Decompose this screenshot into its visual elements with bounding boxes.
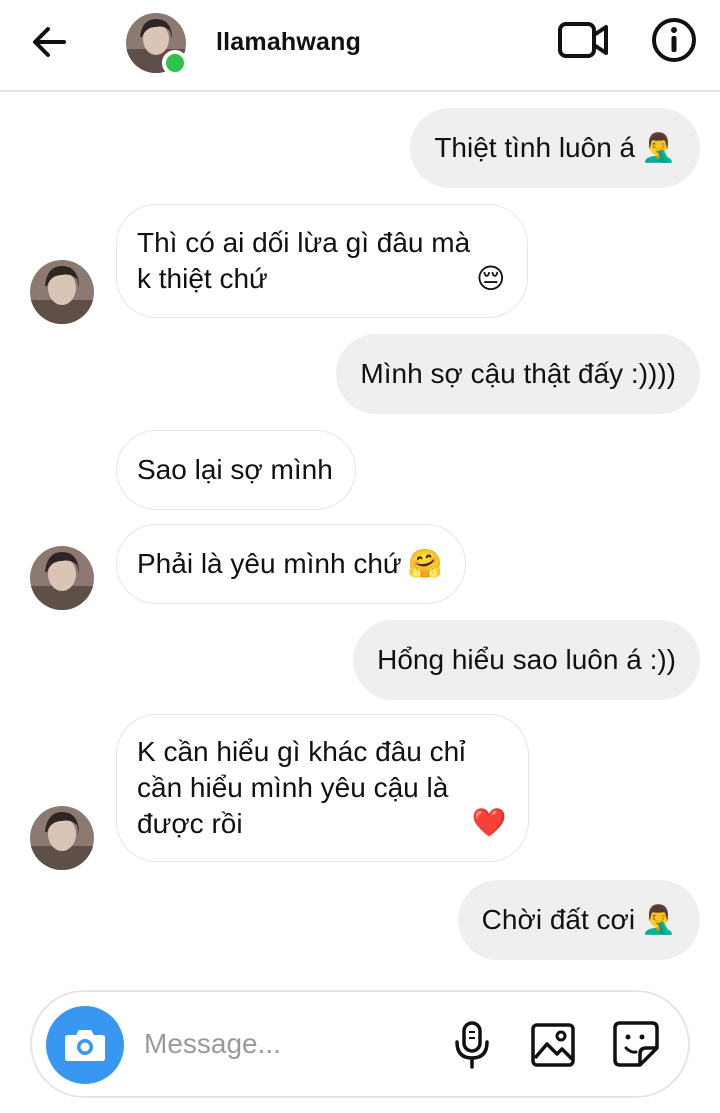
chat-username[interactable]: llamahwang — [216, 28, 361, 57]
online-status-indicator — [162, 50, 188, 76]
video-call-button[interactable] — [556, 18, 612, 62]
camera-button[interactable] — [46, 1006, 124, 1084]
message-bubble-sent[interactable]: Chời đất cơi 🤦‍♂️ — [457, 880, 700, 960]
message-bubble-received[interactable]: Thì có ai dối lừa gì đâu mà k thiệt chứ 😔 — [116, 204, 529, 318]
arrow-left-icon — [33, 27, 66, 57]
message-text: K cần hiểu gì khác đâu chỉ cần hiểu mình… — [137, 736, 466, 839]
info-button[interactable] — [650, 16, 698, 64]
message-text: Hổng hiểu sao luôn á :)) — [377, 644, 676, 675]
avatar[interactable] — [30, 546, 94, 610]
pensive-emoji: 😔 — [476, 263, 506, 294]
message-bubble-received[interactable]: K cần hiểu gì khác đâu chỉ cần hiểu mình… — [116, 714, 530, 862]
message-text: Thiệt tình luôn á — [434, 132, 636, 163]
image-gallery-icon — [531, 1023, 575, 1067]
heart-emoji: ❤️ — [471, 807, 507, 838]
back-button[interactable] — [28, 22, 72, 62]
hugging-emoji: 🤗 — [407, 548, 443, 579]
message-text: Mình sợ cậu thật đấy :)))) — [360, 358, 676, 389]
message-text: Sao lại sợ mình — [137, 454, 333, 485]
sticker-button[interactable] — [612, 1020, 660, 1068]
chat-header: llamahwang — [0, 0, 720, 92]
message-text: Phải là yêu mình chứ — [137, 548, 402, 579]
camera-icon — [65, 1030, 105, 1061]
microphone-icon — [455, 1021, 489, 1069]
message-text: Thì có ai dối lừa gì đâu mà k thiệt chứ — [137, 227, 471, 294]
avatar[interactable] — [30, 260, 94, 324]
message-text: Chời đất cơi — [481, 904, 636, 935]
avatar[interactable] — [30, 806, 94, 870]
message-bubble-received[interactable]: Sao lại sợ mình — [116, 430, 356, 510]
message-composer — [30, 990, 690, 1098]
sticker-icon — [613, 1021, 659, 1067]
info-icon — [652, 18, 696, 62]
facepalm-emoji: 🤦‍♂️ — [641, 904, 676, 935]
message-input[interactable] — [144, 1022, 434, 1066]
video-call-icon — [558, 22, 608, 58]
gallery-button[interactable] — [530, 1022, 576, 1068]
message-bubble-sent[interactable]: Thiệt tình luôn á 🤦‍♂️ — [410, 108, 700, 188]
facepalm-emoji: 🤦‍♂️ — [641, 132, 676, 163]
message-bubble-received[interactable]: Phải là yêu mình chứ 🤗 — [116, 524, 466, 604]
message-bubble-sent[interactable]: Mình sợ cậu thật đấy :)))) — [336, 334, 700, 414]
message-bubble-sent[interactable]: Hổng hiểu sao luôn á :)) — [353, 620, 700, 700]
voice-message-button[interactable] — [450, 1020, 494, 1070]
